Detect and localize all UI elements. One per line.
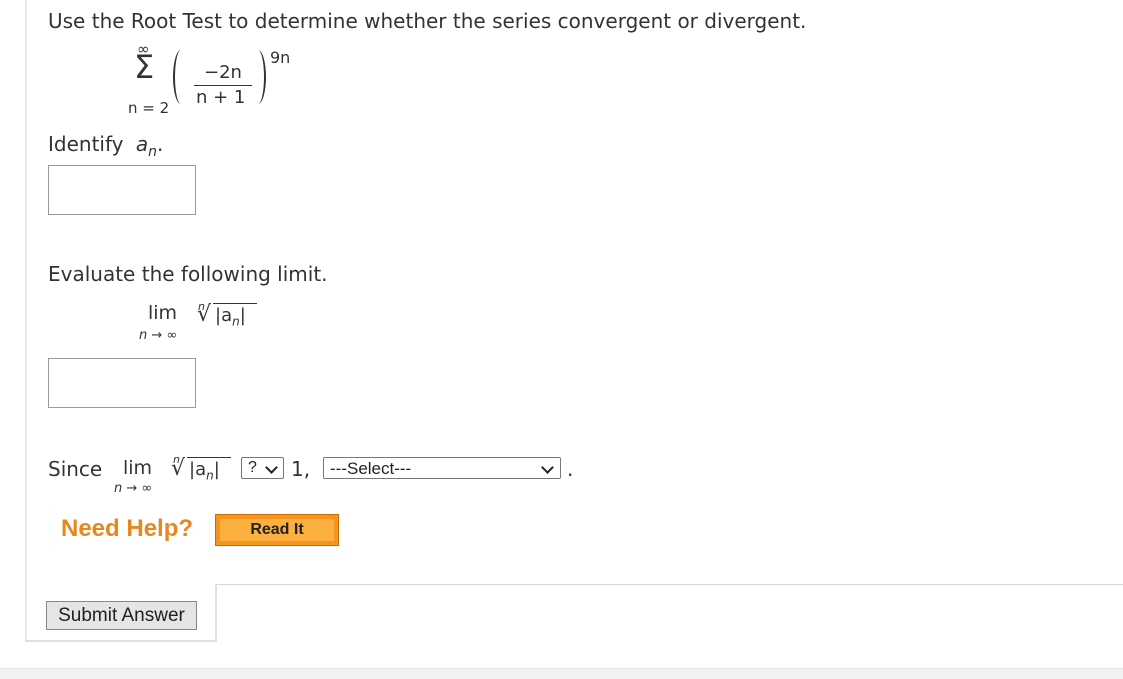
since-label: Since [48, 457, 103, 481]
panel-divider [216, 584, 1123, 585]
period-text: . [567, 457, 574, 481]
panel-bottom-border [25, 640, 216, 642]
radical-sign: √ [197, 302, 212, 327]
series-exponent: 9n [270, 48, 291, 67]
fraction-bar [194, 85, 252, 86]
a-subscript: n [148, 144, 157, 160]
an-answer-input[interactable] [48, 165, 196, 215]
comparison-chevron-down-icon [265, 461, 278, 474]
need-help-label: Need Help? [61, 515, 194, 542]
question-prompt: Use the Root Test to determine whether t… [48, 9, 807, 33]
conclusion-select[interactable]: ---Select--- [323, 457, 561, 479]
conclusion-select-value: ---Select--- [330, 459, 412, 478]
since-radical-sign: √ [171, 456, 186, 481]
identify-label: Identify an. [48, 132, 163, 160]
read-it-label: Read It [220, 519, 334, 541]
since-abs-close: | [213, 459, 220, 480]
sum-lower-limit: n = 2 [128, 99, 170, 117]
series-expression: ∞ Σ n = 2 −2n n + 1 9n [128, 40, 298, 120]
comparison-select-value: ? [248, 459, 257, 476]
a-symbol: a [135, 132, 149, 156]
fraction-numerator: −2n [204, 62, 242, 83]
radical-bar [213, 303, 257, 304]
lim-subscript: n → ∞ [139, 328, 178, 343]
identify-label-prefix: Identify [48, 132, 130, 156]
limit-expression: lim n → ∞ n √ |an| [135, 300, 275, 350]
read-it-button[interactable]: Read It [215, 514, 339, 546]
abs-an: |an| [215, 305, 246, 329]
abs-subscript: n [232, 314, 240, 329]
comparison-select[interactable]: ? [241, 457, 284, 479]
panel-right-border [215, 584, 217, 642]
evaluate-label: Evaluate the following limit. [48, 262, 328, 286]
right-paren [250, 50, 266, 104]
conclusion-chevron-down-icon [541, 461, 554, 474]
page-footer [0, 668, 1123, 679]
since-lim-subscript: n → ∞ [114, 481, 153, 496]
one-comma-text: 1, [291, 457, 311, 481]
lim-text: lim [148, 302, 178, 324]
since-limit-expression: lim n → ∞ n √ |an| [112, 453, 242, 496]
identify-label-suffix: . [157, 132, 164, 156]
since-lim-text: lim [123, 457, 153, 479]
sigma-symbol: Σ [134, 48, 155, 86]
submit-answer-button[interactable]: Submit Answer [46, 601, 197, 630]
limit-answer-input[interactable] [48, 358, 196, 408]
abs-close: | [239, 305, 246, 326]
panel-left-border [25, 0, 27, 642]
since-abs-an: |an| [189, 459, 220, 483]
abs-open: |a [215, 305, 233, 326]
left-paren [173, 50, 189, 104]
since-abs-open: |a [189, 459, 207, 480]
fraction-denominator: n + 1 [196, 87, 246, 108]
since-radical-bar [187, 457, 231, 458]
since-abs-subscript: n [206, 468, 214, 483]
